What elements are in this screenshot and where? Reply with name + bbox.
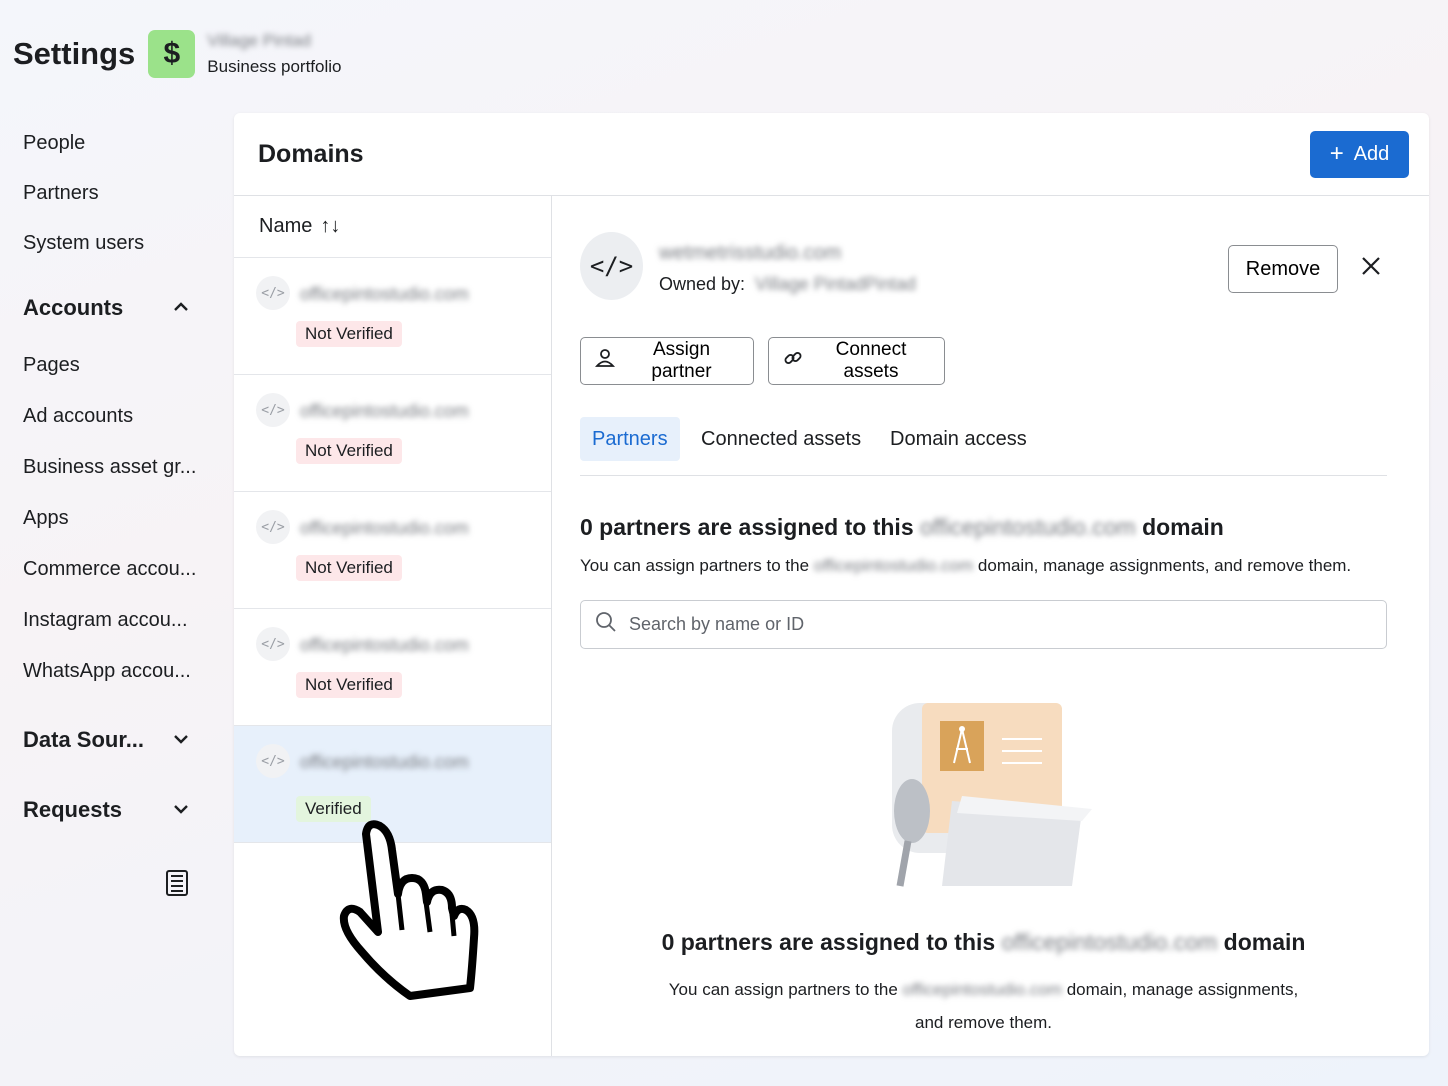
sidebar: People Partners System users Accounts Pa… [23, 118, 203, 896]
sidebar-section-label: Data Sour... [23, 727, 145, 752]
domain-name: officepintostudio.com [300, 752, 469, 772]
panel-header: Domains + Add [234, 113, 1429, 196]
empty-state-description: You can assign partners to the officepin… [640, 973, 1327, 1039]
document-list-icon[interactable] [166, 870, 188, 896]
sub-domain: officepintostudio.com [813, 556, 974, 575]
connect-assets-label: Connect assets [835, 339, 907, 382]
code-icon: </> [256, 276, 290, 310]
link-icon [783, 348, 803, 374]
list-item[interactable]: </> officepintostudio.com Not Verified [234, 492, 551, 609]
empty-heading-suffix: domain [1223, 929, 1306, 955]
empty-text-line2: and remove them. [914, 1013, 1052, 1032]
sidebar-section-label: Requests [23, 797, 123, 822]
owned-by-label: Owned by: [659, 274, 746, 294]
status-badge: Not Verified [296, 555, 402, 581]
empty-text-domain: officepintostudio.com [902, 980, 1062, 999]
sidebar-item-people[interactable]: People [23, 118, 203, 168]
detail-tabs: Partners Connected assets Domain access [580, 417, 1387, 476]
status-badge: Not Verified [296, 438, 402, 464]
chevron-down-icon [173, 801, 189, 819]
list-item[interactable]: </> officepintostudio.com Not Verified [234, 375, 551, 492]
partner-search[interactable] [580, 600, 1387, 649]
sort-by-name-header[interactable]: Name ↑↓ [234, 196, 551, 258]
sidebar-section-accounts[interactable]: Accounts [23, 276, 189, 340]
sidebar-item-whatsapp-accounts[interactable]: WhatsApp accou... [23, 646, 203, 697]
domain-name: officepintostudio.com [300, 284, 469, 304]
chevron-up-icon [173, 299, 189, 317]
plus-icon: + [1329, 140, 1344, 167]
remove-button[interactable]: Remove [1228, 245, 1338, 293]
sidebar-item-apps[interactable]: Apps [23, 493, 203, 544]
code-icon: </> [256, 744, 290, 778]
sub-suffix: domain, manage assignments, and remove t… [977, 556, 1352, 575]
settings-header: Settings $ Village Pintad Business portf… [13, 30, 341, 78]
sidebar-section-label: Accounts [23, 295, 124, 320]
empty-text-prefix: You can assign partners to the [668, 980, 898, 999]
status-badge: Not Verified [296, 672, 402, 698]
sidebar-item-business-asset-groups[interactable]: Business asset gr... [23, 442, 203, 493]
status-badge: Not Verified [296, 321, 402, 347]
tab-partners[interactable]: Partners [580, 417, 680, 461]
sidebar-item-pages[interactable]: Pages [23, 340, 203, 391]
sidebar-section-requests[interactable]: Requests [23, 775, 189, 845]
chevron-down-icon [173, 731, 189, 749]
sidebar-item-partners[interactable]: Partners [23, 168, 203, 218]
tab-connected-assets[interactable]: Connected assets [689, 417, 873, 461]
partners-description: You can assign partners to the officepin… [580, 556, 1351, 576]
close-icon[interactable] [1360, 254, 1382, 282]
owner-name: Village PintadPintad [755, 274, 916, 294]
panel-title: Domains [258, 139, 364, 168]
domain-title: wetmetrisstudio.com [659, 242, 842, 264]
empty-heading-prefix: 0 partners are assigned to this [661, 929, 996, 955]
owner-row: Owned by: Village PintadPintad [659, 274, 916, 295]
add-button-label: Add [1353, 142, 1390, 165]
pointer-hand-icon [338, 820, 483, 1007]
heading-domain: officepintostudio.com [920, 514, 1136, 540]
sidebar-item-ad-accounts[interactable]: Ad accounts [23, 391, 203, 442]
code-icon: </> [256, 627, 290, 661]
domain-name: officepintostudio.com [300, 635, 469, 655]
status-badge: Verified [296, 796, 371, 822]
assign-partner-button[interactable]: Assign partner [580, 337, 754, 385]
portfolio-subtitle: Business portfolio [207, 57, 342, 76]
search-input[interactable] [629, 614, 1329, 635]
domain-name: officepintostudio.com [300, 401, 469, 421]
empty-state-illustration [872, 701, 1102, 896]
empty-heading-domain: officepintostudio.com [1001, 929, 1218, 955]
page-title: Settings [13, 36, 136, 71]
search-icon [595, 611, 617, 638]
portfolio-switcher[interactable]: Village Pintad Business portfolio [207, 31, 341, 77]
connect-assets-button[interactable]: Connect assets [768, 337, 945, 385]
sidebar-item-system-users[interactable]: System users [23, 218, 203, 268]
tab-domain-access[interactable]: Domain access [878, 417, 1039, 461]
add-button[interactable]: + Add [1310, 130, 1409, 178]
sidebar-section-data-sources[interactable]: Data Sour... [23, 705, 189, 775]
empty-text-suffix: domain, manage assignments, [1066, 980, 1299, 999]
heading-suffix: domain [1142, 514, 1224, 540]
empty-state-heading: 0 partners are assigned to this officepi… [580, 929, 1387, 956]
code-icon: </> [580, 232, 643, 300]
assign-partner-label: Assign partner [651, 339, 712, 382]
sidebar-item-instagram-accounts[interactable]: Instagram accou... [23, 595, 203, 646]
sort-arrows-icon: ↑↓ [320, 215, 341, 237]
portfolio-name: Village Pintad [207, 31, 311, 50]
domain-name: officepintostudio.com [300, 518, 469, 538]
heading-prefix: 0 partners are assigned to this [580, 514, 914, 540]
partners-heading: 0 partners are assigned to this officepi… [580, 514, 1224, 541]
sort-label: Name [259, 215, 313, 237]
sub-prefix: You can assign partners to the [580, 556, 810, 575]
business-portfolio-icon[interactable]: $ [148, 30, 196, 78]
sidebar-item-commerce-accounts[interactable]: Commerce accou... [23, 544, 203, 595]
list-item[interactable]: </> officepintostudio.com Not Verified [234, 258, 551, 375]
list-item[interactable]: </> officepintostudio.com Not Verified [234, 609, 551, 726]
code-icon: </> [256, 393, 290, 427]
person-icon [594, 348, 616, 374]
code-icon: </> [256, 510, 290, 544]
